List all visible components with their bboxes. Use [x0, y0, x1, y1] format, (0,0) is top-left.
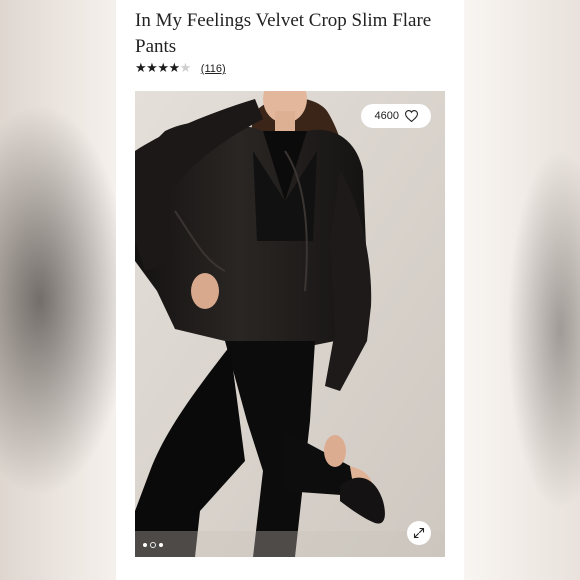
- product-rating: ★ ★ ★ ★ ★ (116): [135, 62, 226, 76]
- like-count: 4600: [374, 110, 399, 122]
- carousel-dot[interactable]: [159, 543, 163, 547]
- star-rating: ★ ★ ★ ★ ★: [135, 62, 191, 76]
- reviews-link[interactable]: (116): [201, 63, 226, 75]
- carousel-dot[interactable]: [143, 543, 147, 547]
- expand-button[interactable]: [407, 521, 431, 545]
- star-icon: ★: [179, 61, 192, 76]
- product-photo[interactable]: 4600: [135, 91, 445, 557]
- star-icon: ★: [168, 61, 180, 76]
- product-title: In My Feelings Velvet Crop Slim Flare Pa…: [135, 10, 432, 57]
- carousel-dot[interactable]: [151, 543, 155, 547]
- like-button[interactable]: 4600: [360, 104, 431, 128]
- background-left: [0, 0, 130, 580]
- star-icon: ★: [146, 61, 158, 76]
- star-icon: ★: [157, 61, 169, 76]
- product-card: In My Feelings Velvet Crop Slim Flare Pa…: [116, 0, 464, 580]
- carousel-dots: [143, 543, 163, 547]
- model-photo-image: [135, 91, 445, 557]
- heart-icon: [405, 110, 418, 122]
- star-icon: ★: [135, 61, 147, 76]
- background-right: [450, 0, 580, 580]
- expand-arrows-icon: [413, 527, 425, 539]
